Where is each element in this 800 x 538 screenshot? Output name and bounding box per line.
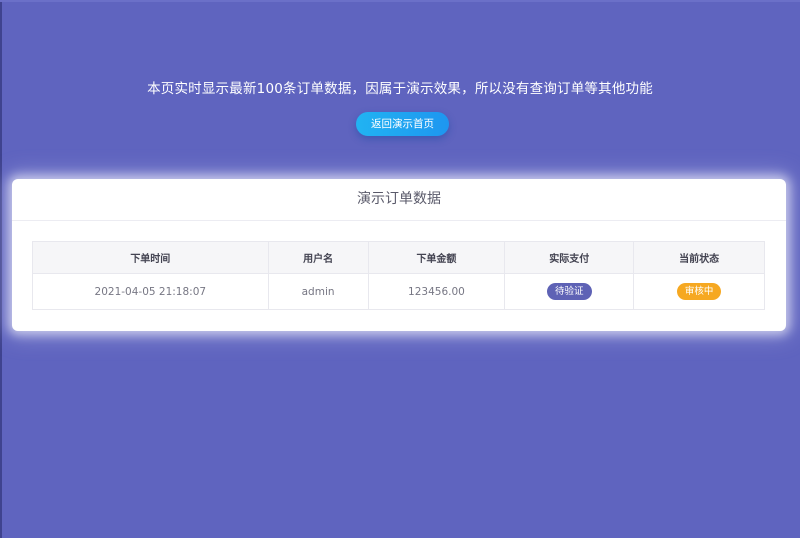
table-body: 2021-04-05 21:18:07 admin 123456.00 待验证 … <box>32 273 765 310</box>
column-header-amount: 下单金额 <box>367 241 506 274</box>
card-title: 演示订单数据 <box>12 179 786 221</box>
payment-status-badge: 待验证 <box>547 283 592 300</box>
cell-status: 审核中 <box>633 273 765 310</box>
column-header-order-time: 下单时间 <box>32 241 269 274</box>
cell-amount: 123456.00 <box>367 273 506 310</box>
table-row: 2021-04-05 21:18:07 admin 123456.00 待验证 … <box>32 273 765 310</box>
table-header: 下单时间 用户名 下单金额 实际支付 当前状态 <box>32 241 765 274</box>
back-to-demo-home-button[interactable]: 返回演示首页 <box>356 112 449 136</box>
orders-table: 下单时间 用户名 下单金额 实际支付 当前状态 2021-04-05 21:18… <box>32 241 765 310</box>
column-header-status: 当前状态 <box>633 241 765 274</box>
column-header-actual-payment: 实际支付 <box>504 241 635 274</box>
orders-card: 演示订单数据 下单时间 用户名 下单金额 实际支付 当前状态 2021-04-0… <box>12 179 786 331</box>
cell-username: admin <box>267 273 369 310</box>
cell-actual-payment: 待验证 <box>504 273 635 310</box>
order-status-badge: 审核中 <box>676 283 722 300</box>
window-top-edge <box>0 0 800 2</box>
cell-order-time: 2021-04-05 21:18:07 <box>32 273 269 310</box>
column-header-username: 用户名 <box>267 241 369 274</box>
notice-text: 本页实时显示最新100条订单数据，因属于演示效果，所以没有查询订单等其他功能 <box>147 81 653 97</box>
table-header-row: 下单时间 用户名 下单金额 实际支付 当前状态 <box>32 241 765 274</box>
